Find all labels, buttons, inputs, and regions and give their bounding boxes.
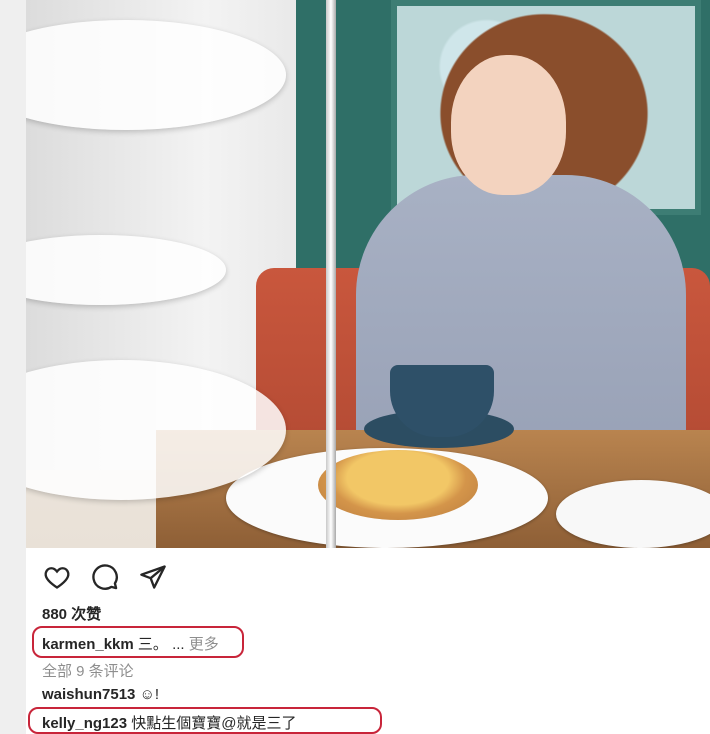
comment-text: ☺! bbox=[139, 686, 160, 703]
comment-username[interactable]: waishun7513 bbox=[42, 686, 135, 703]
stand-tier-middle bbox=[26, 235, 226, 305]
comment-highlight-annotation bbox=[28, 707, 382, 734]
photo-person-face bbox=[451, 55, 566, 195]
share-button[interactable] bbox=[138, 562, 168, 592]
instagram-post: 880 次赞 karmen_kkm 三。 ... 更多 全部 9 条评论 wai… bbox=[26, 0, 710, 734]
post-action-bar bbox=[42, 562, 168, 592]
like-count[interactable]: 880 次赞 bbox=[42, 603, 101, 624]
like-button[interactable] bbox=[42, 562, 72, 592]
post-photo[interactable] bbox=[26, 0, 710, 548]
comment-item: waishun7513 ☺! bbox=[42, 686, 159, 703]
photo-tea-stand bbox=[26, 0, 366, 548]
stand-pole bbox=[326, 0, 336, 548]
comment-icon bbox=[92, 564, 118, 590]
comment-button[interactable] bbox=[90, 562, 120, 592]
view-all-comments-link[interactable]: 全部 9 条评论 bbox=[42, 660, 134, 681]
caption-highlight-annotation bbox=[32, 626, 244, 658]
stand-tier-top bbox=[26, 20, 286, 130]
stand-tier-bottom bbox=[26, 360, 286, 500]
heart-icon bbox=[44, 567, 70, 589]
share-icon bbox=[140, 565, 166, 589]
